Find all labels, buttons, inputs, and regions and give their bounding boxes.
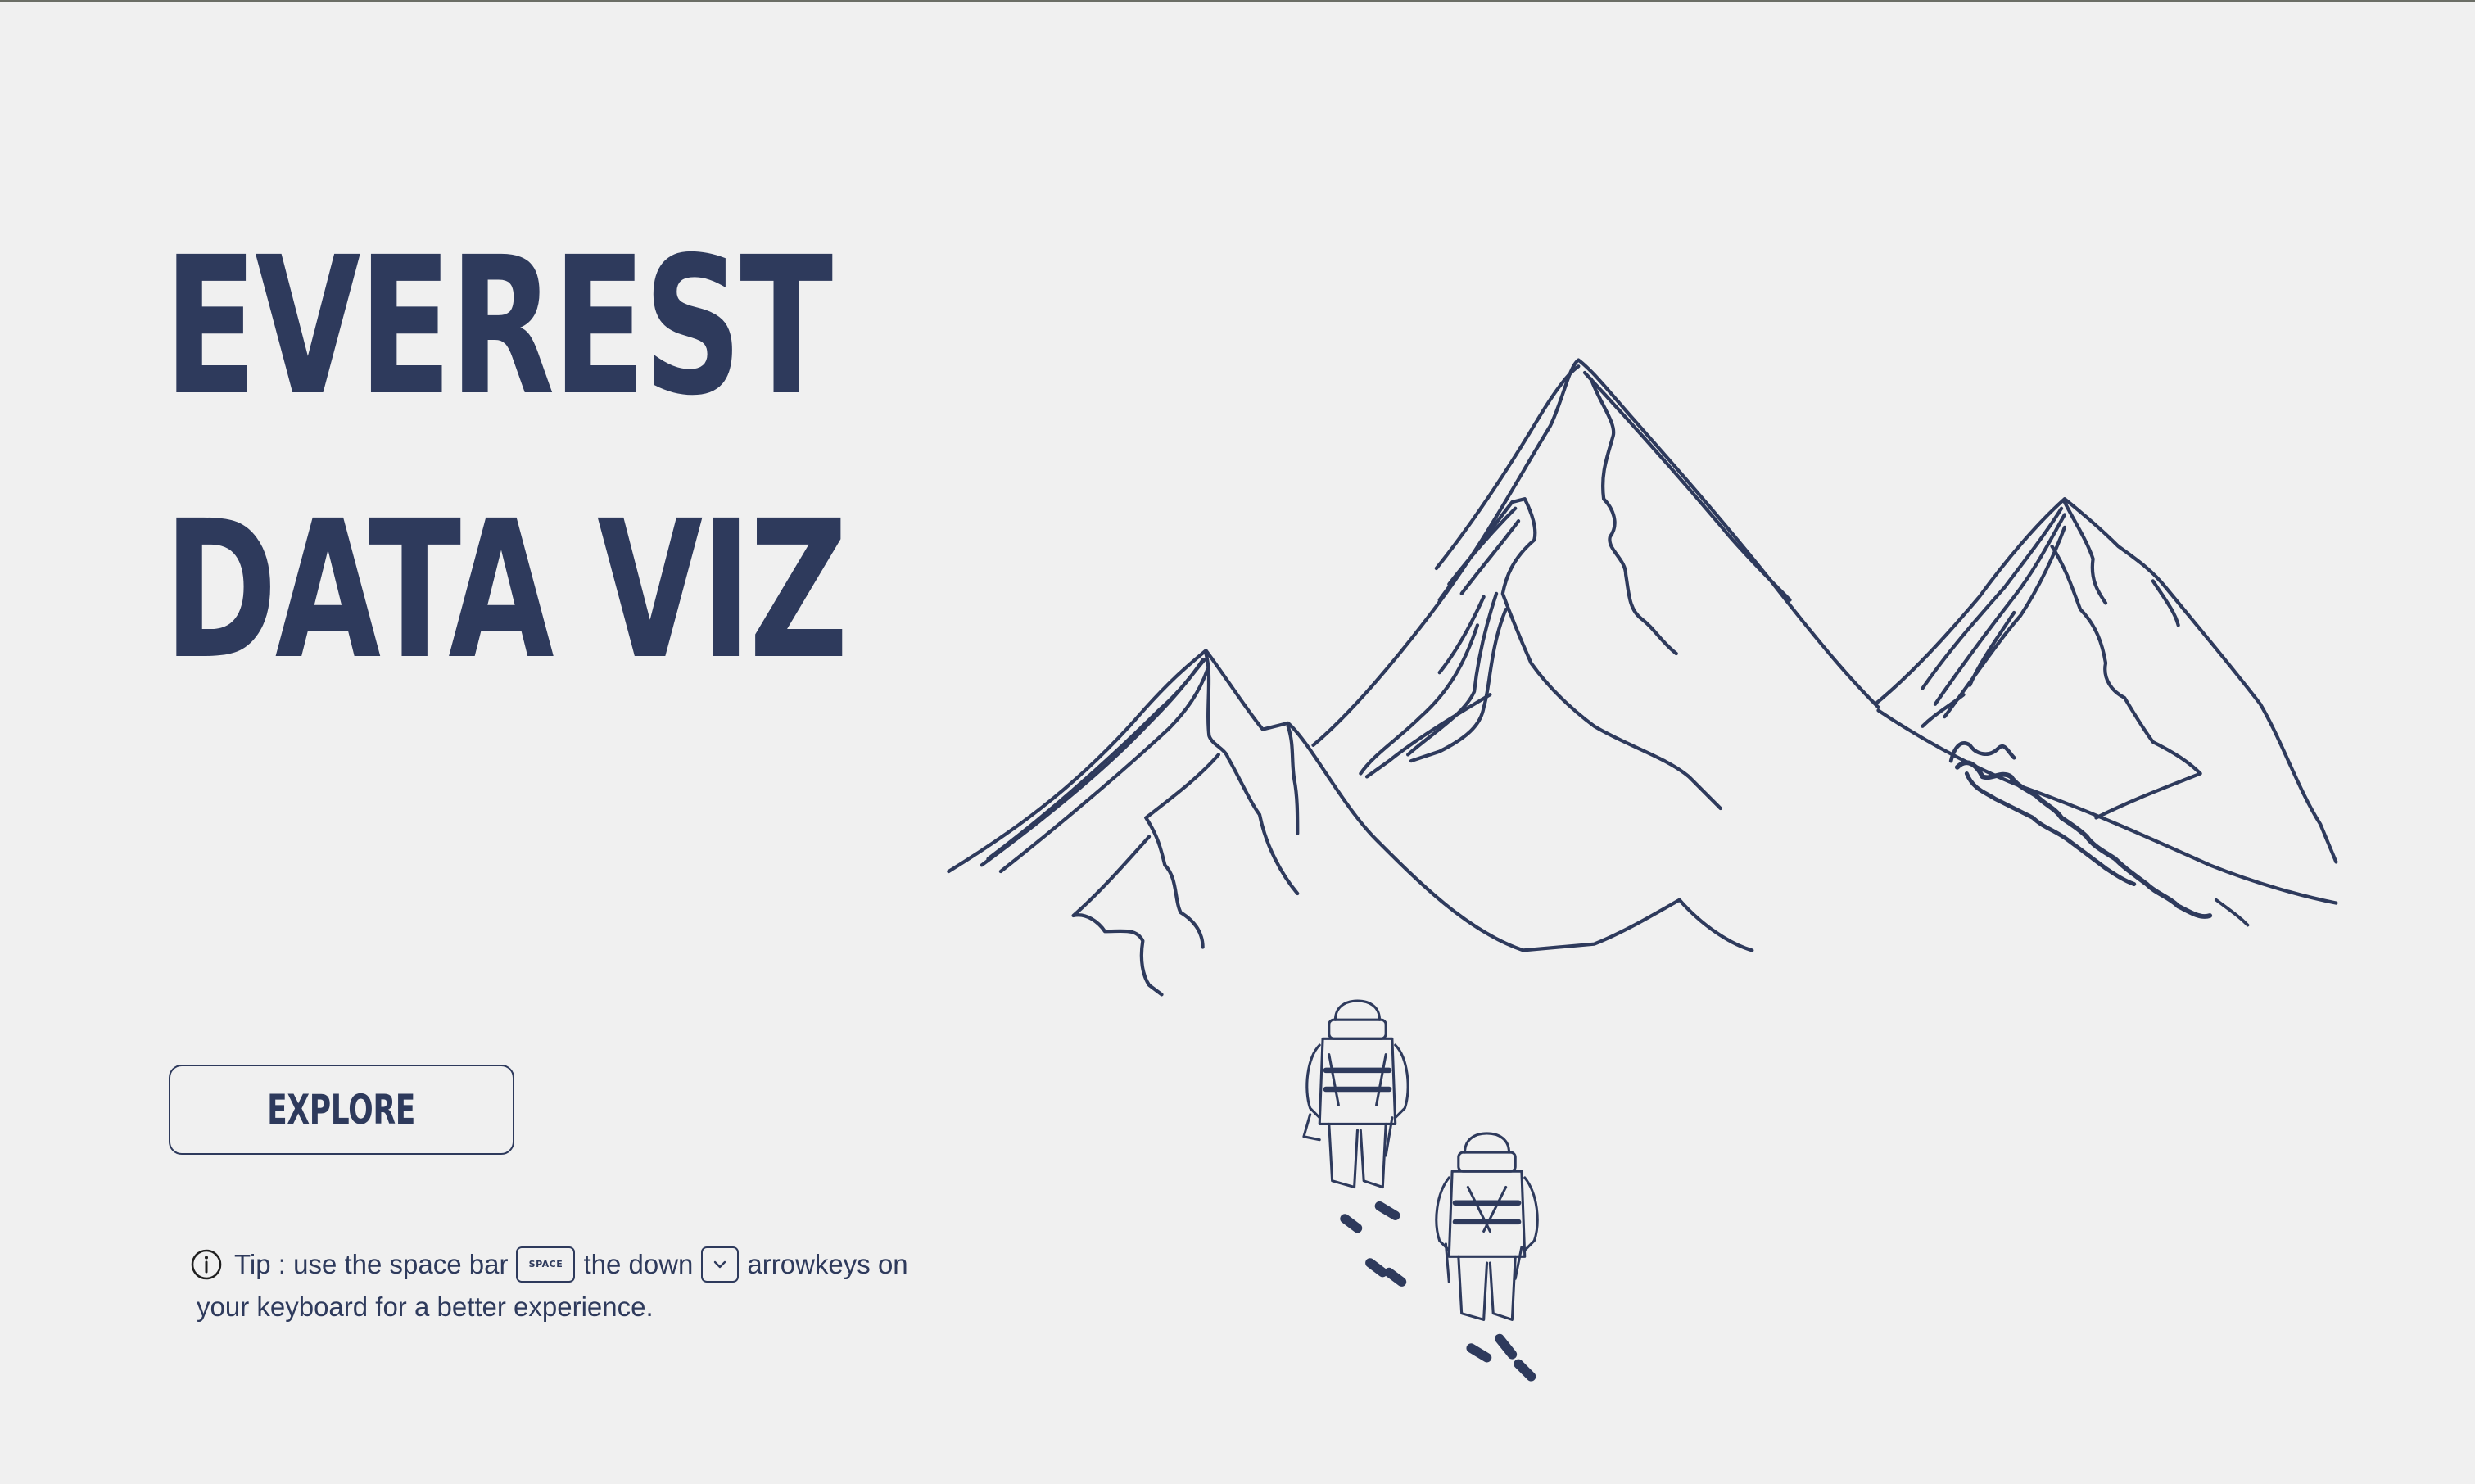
climber-1 xyxy=(1302,999,1409,1189)
central-peak xyxy=(1311,358,1880,811)
left-peak xyxy=(947,649,1754,997)
ridge-shading xyxy=(1876,708,2338,927)
right-peak xyxy=(1873,497,2338,864)
mountains-climbers-illustration xyxy=(947,358,2338,1382)
climber-2 xyxy=(1435,1132,1539,1321)
